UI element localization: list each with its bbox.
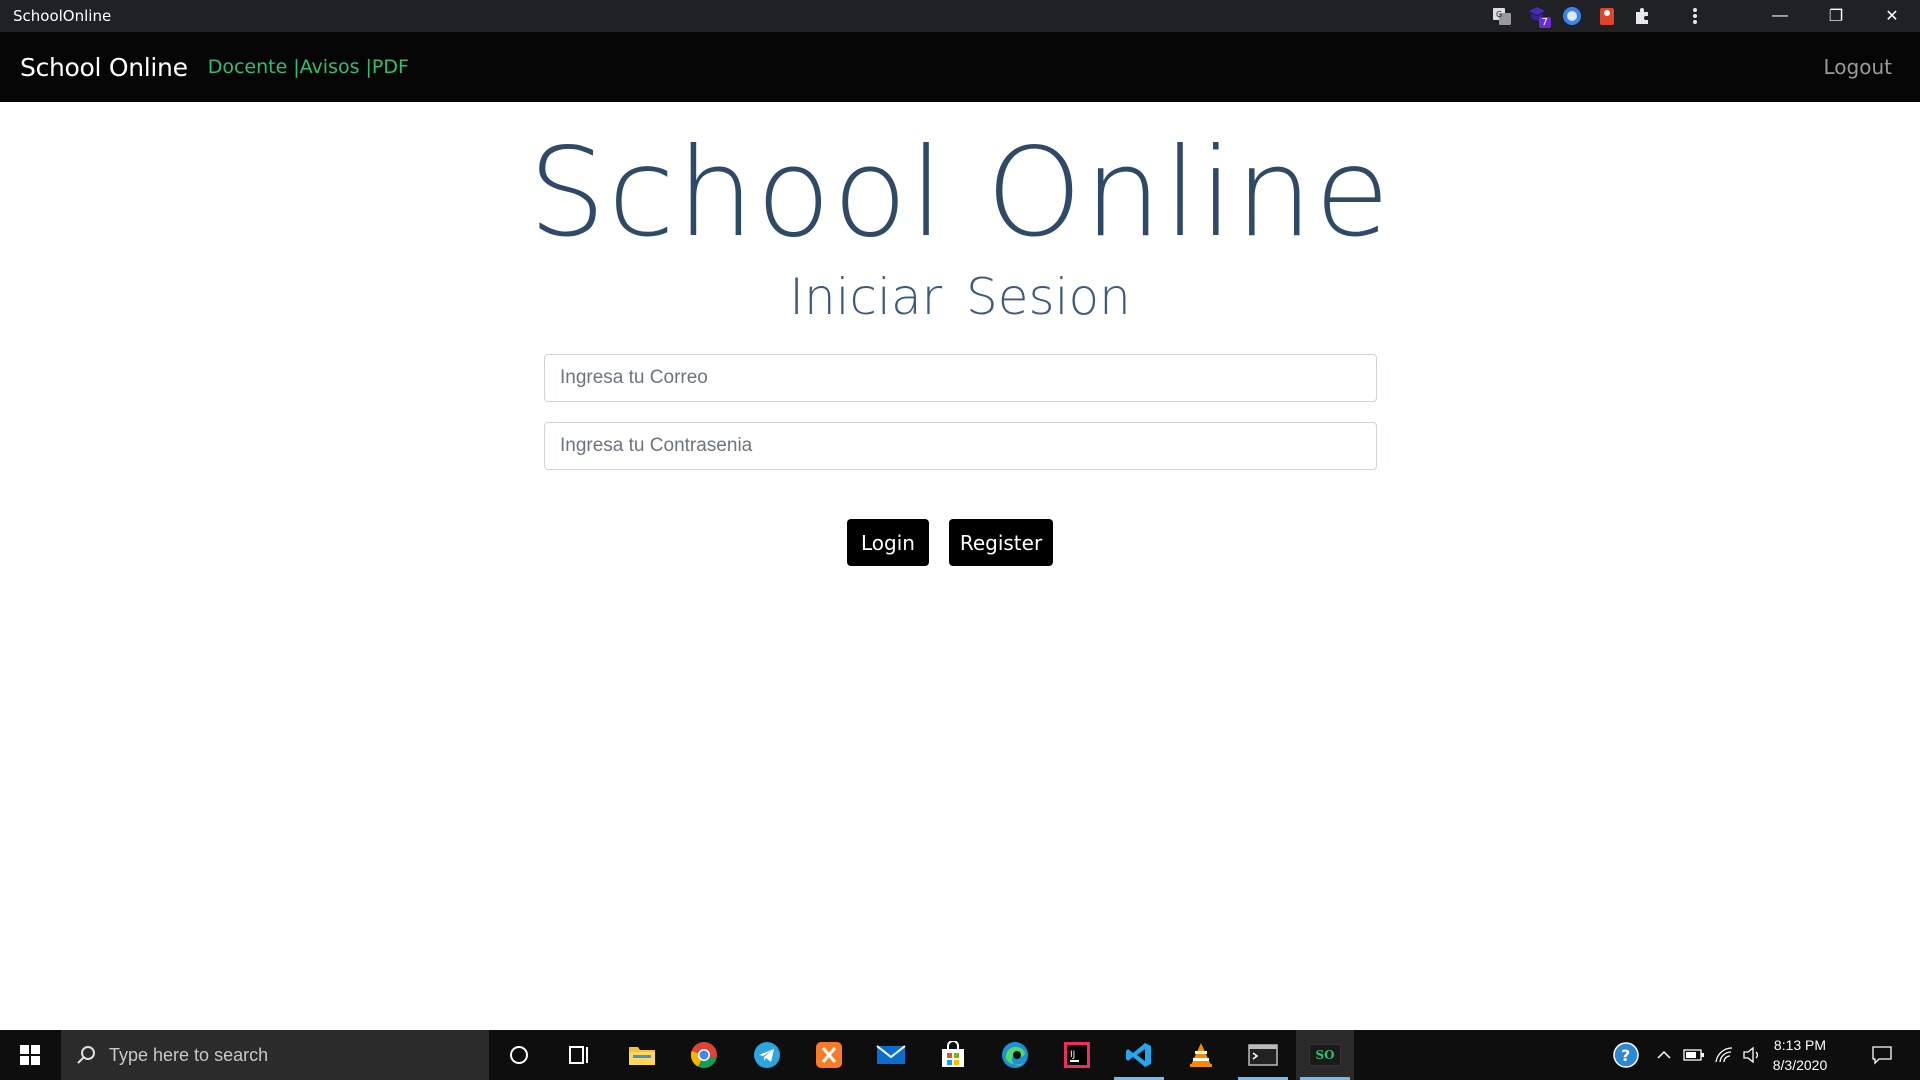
windows-taskbar: Type here to search IJ SO ? 8:13 PM 8/3/… xyxy=(0,1030,1920,1080)
password-field[interactable] xyxy=(544,422,1377,470)
window-title: SchoolOnline xyxy=(13,7,112,25)
badge-extension-icon[interactable]: 7 xyxy=(1525,4,1551,28)
chrome-icon[interactable] xyxy=(675,1030,733,1080)
clock-time: 8:13 PM xyxy=(1773,1037,1827,1053)
nav-link-pdf[interactable]: |PDF xyxy=(366,56,409,78)
minimize-button[interactable]: — xyxy=(1752,0,1808,32)
page-subtitle: Iniciar Sesion xyxy=(789,268,1131,326)
mail-icon[interactable] xyxy=(862,1030,920,1080)
schoolonline-app-label: SO xyxy=(1309,1044,1341,1066)
extensions-puzzle-icon[interactable] xyxy=(1630,4,1654,28)
vlc-icon[interactable] xyxy=(1172,1030,1230,1080)
vscode-icon[interactable] xyxy=(1110,1030,1168,1080)
nav-link-docente[interactable]: Docente xyxy=(208,56,288,78)
sync-extension-icon[interactable] xyxy=(1560,4,1584,28)
store-icon[interactable] xyxy=(924,1030,982,1080)
help-icon[interactable]: ? xyxy=(1611,1030,1641,1080)
task-view-icon[interactable] xyxy=(551,1030,609,1080)
translate-extension-icon[interactable]: G xyxy=(1490,4,1514,28)
search-icon xyxy=(75,1044,97,1066)
app-navbar: School Online Docente |Avisos |PDF Logou… xyxy=(0,32,1920,102)
page-title: School Online xyxy=(528,122,1392,264)
chevron-up-icon[interactable] xyxy=(1654,1030,1674,1080)
notification-icon[interactable] xyxy=(1862,1030,1902,1080)
xampp-icon[interactable] xyxy=(800,1030,858,1080)
edge-icon[interactable] xyxy=(986,1030,1044,1080)
window-title-bar: SchoolOnline G 7 — ❐ ✕ xyxy=(0,0,1920,32)
search-placeholder: Type here to search xyxy=(109,1044,269,1065)
start-button[interactable] xyxy=(0,1030,60,1080)
terminal-icon[interactable] xyxy=(1234,1030,1292,1080)
svg-text:IJ: IJ xyxy=(1070,1050,1075,1060)
email-field[interactable] xyxy=(544,354,1377,402)
login-page: School Online Iniciar Sesion Login Regis… xyxy=(0,102,1920,1030)
cortana-icon[interactable] xyxy=(490,1030,548,1080)
close-button[interactable]: ✕ xyxy=(1864,0,1920,32)
nav-links: Docente |Avisos |PDF xyxy=(208,56,409,78)
taskbar-clock[interactable]: 8:13 PM 8/3/2020 xyxy=(1760,1035,1840,1075)
navbar-brand[interactable]: School Online xyxy=(0,53,188,82)
intellij-icon[interactable]: IJ xyxy=(1048,1030,1106,1080)
clock-date: 8/3/2020 xyxy=(1772,1057,1828,1073)
telegram-icon[interactable] xyxy=(738,1030,796,1080)
taskbar-search[interactable]: Type here to search xyxy=(61,1030,489,1080)
schoolonline-app-icon[interactable]: SO xyxy=(1296,1030,1354,1080)
nav-link-avisos[interactable]: |Avisos xyxy=(293,56,359,78)
window-controls: — ❐ ✕ xyxy=(1752,0,1920,32)
svg-text:?: ? xyxy=(1621,1046,1630,1065)
login-button[interactable]: Login xyxy=(847,519,929,566)
register-button[interactable]: Register xyxy=(949,519,1053,566)
extension-badge: 7 xyxy=(1538,17,1551,28)
wifi-icon[interactable] xyxy=(1712,1030,1736,1080)
battery-icon[interactable] xyxy=(1682,1030,1706,1080)
extension-icons: G 7 xyxy=(1490,0,1718,32)
svg-text:G: G xyxy=(1496,10,1502,19)
browser-menu-icon[interactable] xyxy=(1683,4,1707,28)
person-extension-icon[interactable] xyxy=(1595,4,1619,28)
logout-link[interactable]: Logout xyxy=(1824,55,1892,79)
file-explorer-icon[interactable] xyxy=(613,1030,671,1080)
maximize-button[interactable]: ❐ xyxy=(1808,0,1864,32)
windows-logo-icon xyxy=(20,1045,40,1065)
